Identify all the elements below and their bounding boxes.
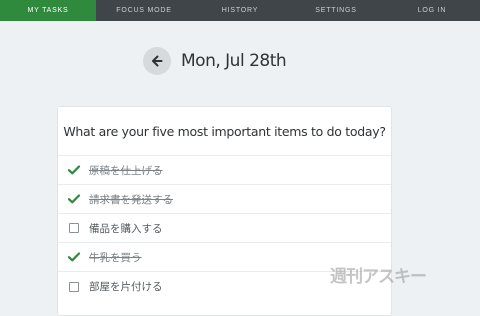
checkbox[interactable] (67, 221, 81, 235)
check-icon[interactable] (67, 250, 81, 264)
nav-log-in[interactable]: LOG IN (384, 0, 480, 21)
task-item[interactable]: 備品を購入する (58, 214, 391, 243)
task-item[interactable]: 原稿を仕上げる (58, 156, 391, 185)
check-icon[interactable] (67, 163, 81, 177)
arrow-left-icon (151, 52, 163, 71)
top-navbar: MY TASKS FOCUS MODE HISTORY SETTINGS LOG… (0, 0, 480, 21)
nav-settings[interactable]: SETTINGS (288, 0, 384, 21)
nav-history[interactable]: HISTORY (192, 0, 288, 21)
task-label: 請求書を発送する (89, 193, 173, 206)
check-icon[interactable] (67, 192, 81, 206)
card-title: What are your five most important items … (58, 107, 391, 156)
task-label: 部屋を片付ける (89, 281, 163, 293)
watermark-logo: 週刊アスキー (330, 267, 427, 287)
task-label: 備品を購入する (89, 222, 163, 235)
task-item[interactable]: 請求書を発送する (58, 185, 391, 214)
task-label: 原稿を仕上げる (89, 164, 163, 177)
current-date: Mon, Jul 28th (181, 51, 287, 71)
date-header: Mon, Jul 28th (143, 47, 287, 75)
nav-focus-mode[interactable]: FOCUS MODE (96, 0, 192, 21)
nav-my-tasks[interactable]: MY TASKS (0, 0, 96, 21)
back-button[interactable] (143, 47, 171, 75)
task-label: 牛乳を買う (89, 251, 142, 264)
checkbox[interactable] (67, 280, 81, 294)
